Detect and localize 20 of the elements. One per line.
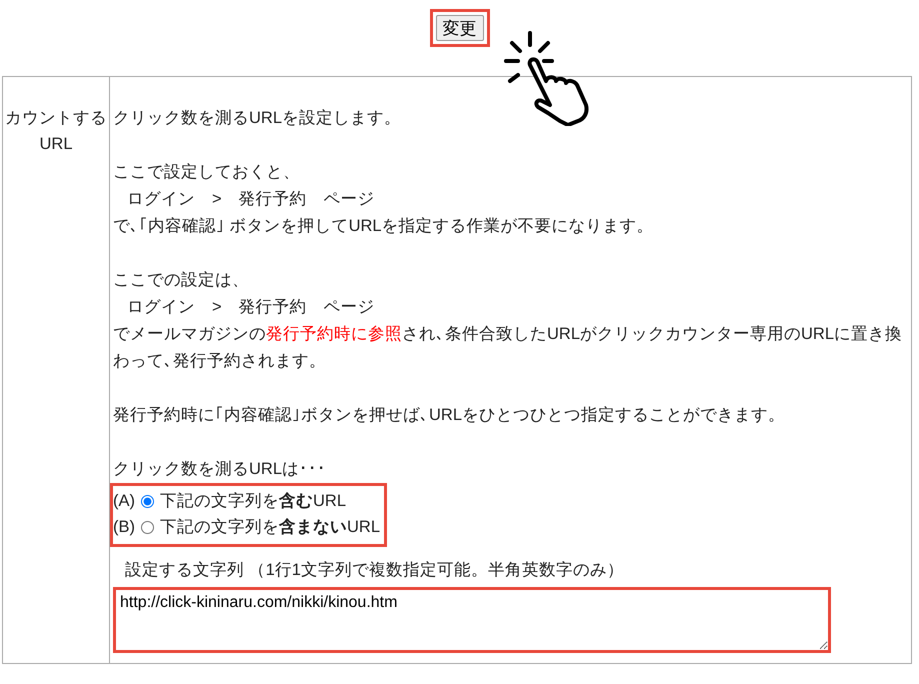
radio-button[interactable]: [141, 520, 154, 534]
option-prefix: (B): [113, 517, 135, 538]
description-text: 発行予約時に｢内容確認｣ボタンを押せば､URLをひとつひとつ指定することができます。: [113, 405, 786, 426]
menu-path-text: ログイン > 発行予約 ページ: [126, 189, 376, 210]
field-label: 設定する文字列 （1行1文字列で複数指定可能。半角英数字のみ）: [124, 560, 625, 581]
choice-intro-text: クリック数を測るURLは･･･: [113, 459, 328, 480]
row-label: カウントする: [4, 108, 108, 129]
radio-button[interactable]: [141, 494, 154, 508]
description-text: クリック数を測るURLを設定します。: [113, 108, 402, 129]
menu-path-text: ログイン > 発行予約 ページ: [126, 297, 376, 318]
option-prefix: (A): [113, 491, 135, 512]
pattern-input-field[interactable]: http://click-kininaru.com/nikki/kinou.htm: [113, 587, 831, 653]
description-text: ここでの設定は、: [113, 270, 250, 291]
option-label[interactable]: 下記の文字列を含むURL: [160, 488, 346, 514]
row-label: URL: [38, 134, 74, 155]
submit-button[interactable]: 変更: [436, 15, 484, 41]
option-label[interactable]: 下記の文字列を含まないURL: [160, 514, 380, 540]
description-text: ここで設定しておくと、: [113, 162, 301, 183]
description-text: で､｢内容確認｣ ボタンを押してURLを指定する作業が不要になります。: [113, 216, 655, 237]
description-text: でメールマガジンの発行予約時に参照 され､条件合致したURLがクリックカウンター専用のURLに置き換わって､発行予約されます。: [113, 324, 904, 372]
